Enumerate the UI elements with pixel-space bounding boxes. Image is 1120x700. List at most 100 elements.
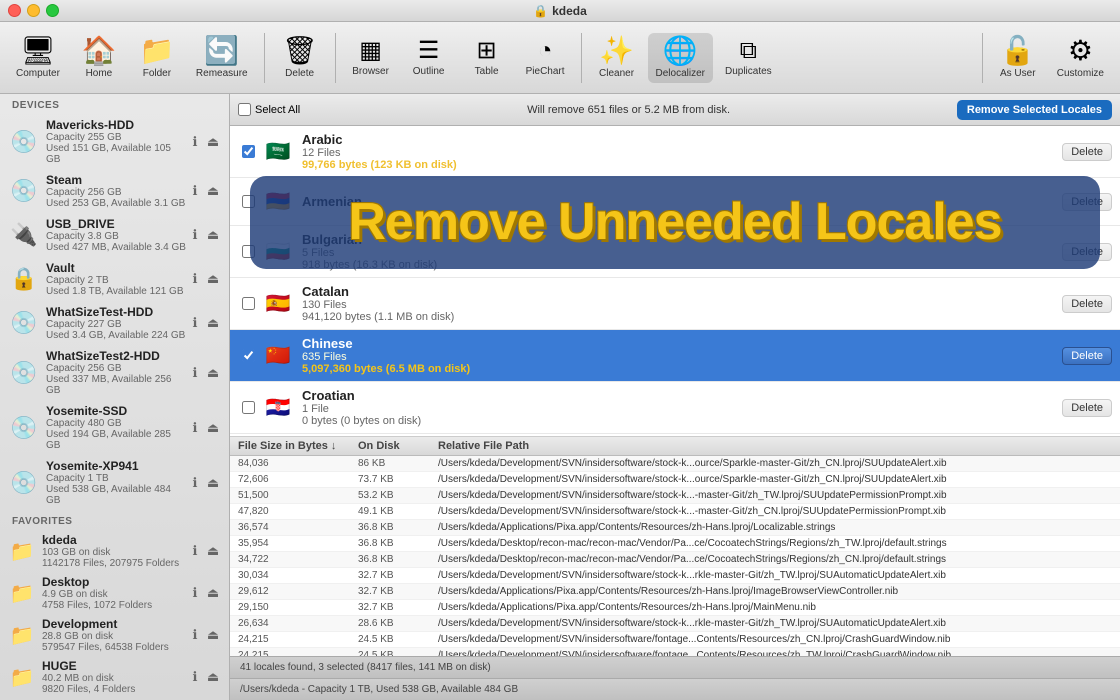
select-all-input[interactable] — [238, 103, 251, 116]
table-row: 29,15032.7 KB/Users/kdeda/Applications/P… — [230, 600, 1120, 616]
table-row: 51,50053.2 KB/Users/kdeda/Development/SV… — [230, 488, 1120, 504]
toolbar-separator-2 — [335, 33, 336, 83]
device-eject-btn[interactable]: ⏏ — [205, 475, 221, 491]
locale-list-wrapper: Remove Unneeded Locales 🇸🇦 Arabic 12 Fil… — [230, 126, 1120, 656]
device-info-btn[interactable]: ℹ — [187, 227, 203, 243]
toolbar-browser[interactable]: ▦ Browser — [344, 35, 398, 81]
locale-checkbox-chinese[interactable] — [238, 349, 258, 362]
device-info-btn[interactable]: ℹ — [187, 134, 203, 150]
toolbar-remeasure[interactable]: 🔄 Remeasure — [188, 33, 256, 83]
device-info-btn[interactable]: ℹ — [187, 475, 203, 491]
locale-checkbox-croatian[interactable] — [238, 401, 258, 414]
device-eject-btn[interactable]: ⏏ — [205, 315, 221, 331]
toolbar-piechart[interactable]: ◔ PieChart — [518, 35, 573, 81]
sidebar-item-mavericks[interactable]: 💿 Mavericks-HDD Capacity 255 GB Used 151… — [0, 114, 229, 169]
chinese-delete-btn[interactable]: Delete — [1062, 347, 1112, 365]
fav-info-btn[interactable]: ℹ — [187, 543, 203, 559]
table-row: 72,60673.7 KB/Users/kdeda/Development/SV… — [230, 472, 1120, 488]
locale-checkbox-bulgarian[interactable] — [238, 245, 258, 258]
remove-selected-button[interactable]: Remove Selected Locales — [957, 100, 1112, 120]
toolbar-customize[interactable]: ⚙ Customize — [1049, 33, 1112, 83]
sidebar-item-yosemite-xp[interactable]: 💿 Yosemite-XP941 Capacity 1 TB Used 538 … — [0, 455, 229, 510]
fav-info: HUGE 40.2 MB on disk 9820 Files, 4 Folde… — [42, 659, 187, 695]
title-icon: 🔒 — [533, 4, 548, 18]
fav-info-btn[interactable]: ℹ — [187, 585, 203, 601]
toolbar-duplicates[interactable]: ⧉ Duplicates — [717, 35, 780, 81]
device-actions: ℹ ⏏ — [187, 365, 221, 381]
sidebar-item-usb[interactable]: 🔌 USB_DRIVE Capacity 3.8 GB Used 427 MB,… — [0, 213, 229, 257]
croatian-delete-btn[interactable]: Delete — [1062, 399, 1112, 417]
fav-actions: ℹ ⏏ — [187, 669, 221, 685]
device-info-btn[interactable]: ℹ — [187, 315, 203, 331]
col-ondisk-header[interactable]: On Disk — [358, 440, 438, 452]
armenian-delete-btn[interactable]: Delete — [1062, 193, 1112, 211]
toolbar-outline[interactable]: ☰ Outline — [402, 35, 456, 81]
device-actions: ℹ ⏏ — [187, 420, 221, 436]
device-info: Vault Capacity 2 TB Used 1.8 TB, Availab… — [46, 261, 187, 297]
fav-more-btn[interactable]: ⏏ — [205, 669, 221, 685]
device-eject-btn[interactable]: ⏏ — [205, 271, 221, 287]
device-info-btn[interactable]: ℹ — [187, 183, 203, 199]
minimize-button[interactable] — [27, 4, 40, 17]
device-actions: ℹ ⏏ — [187, 315, 221, 331]
locale-item-bulgarian[interactable]: 🇧🇬 Bulgarian 5 Files 918 bytes (16.3 KB … — [230, 226, 1120, 278]
locale-item-chinese[interactable]: 🇨🇳 Chinese 635 Files 5,097,360 bytes (6.… — [230, 330, 1120, 382]
locale-item-arabic[interactable]: 🇸🇦 Arabic 12 Files 99,766 bytes (123 KB … — [230, 126, 1120, 178]
sidebar-fav-desktop[interactable]: 📁 Desktop 4.9 GB on disk 4758 Files, 107… — [0, 572, 229, 614]
device-eject-btn[interactable]: ⏏ — [205, 183, 221, 199]
customize-icon: ⚙ — [1068, 37, 1093, 65]
toolbar-asuser[interactable]: 🔓 As User — [991, 33, 1045, 83]
toolbar-computer[interactable]: 🖥 Computer — [8, 33, 68, 83]
table-row: 36,57436.8 KB/Users/kdeda/Applications/P… — [230, 520, 1120, 536]
sidebar-fav-development[interactable]: 📁 Development 28.8 GB on disk 579547 Fil… — [0, 614, 229, 656]
fav-more-btn[interactable]: ⏏ — [205, 627, 221, 643]
catalan-delete-btn[interactable]: Delete — [1062, 295, 1112, 313]
device-eject-btn[interactable]: ⏏ — [205, 420, 221, 436]
locale-item-armenian[interactable]: 🇦🇲 Armenian Delete — [230, 178, 1120, 226]
sidebar-item-steam[interactable]: 💿 Steam Capacity 256 GB Used 253 GB, Ava… — [0, 169, 229, 213]
toolbar-delete[interactable]: 🗑 Delete — [273, 33, 327, 83]
sidebar-fav-huge[interactable]: 📁 HUGE 40.2 MB on disk 9820 Files, 4 Fol… — [0, 656, 229, 698]
toolbar-folder[interactable]: 📁 Folder — [130, 33, 184, 83]
device-info-btn[interactable]: ℹ — [187, 420, 203, 436]
toolbar-cleaner[interactable]: ✨ Cleaner — [590, 33, 644, 83]
sidebar-item-yosemite-ssd[interactable]: 💿 Yosemite-SSD Capacity 480 GB Used 194 … — [0, 400, 229, 455]
device-info: Yosemite-XP941 Capacity 1 TB Used 538 GB… — [46, 459, 187, 506]
folder-icon: 📁 — [8, 579, 36, 607]
fav-more-btn[interactable]: ⏏ — [205, 585, 221, 601]
select-all-checkbox[interactable]: Select All — [238, 103, 300, 116]
locale-item-catalan[interactable]: 🇪🇸 Catalan 130 Files 941,120 bytes (1.1 … — [230, 278, 1120, 330]
locale-checkbox-arabic[interactable] — [238, 145, 258, 158]
locale-item-croatian[interactable]: 🇭🇷 Croatian 1 File 0 bytes (0 bytes on d… — [230, 382, 1120, 434]
sidebar-item-whatsizetest[interactable]: 💿 WhatSizeTest-HDD Capacity 227 GB Used … — [0, 301, 229, 345]
device-eject-btn[interactable]: ⏏ — [205, 134, 221, 150]
fav-info-btn[interactable]: ℹ — [187, 669, 203, 685]
arabic-delete-btn[interactable]: Delete — [1062, 143, 1112, 161]
fav-more-btn[interactable]: ⏏ — [205, 543, 221, 559]
sidebar-item-whatsizetest2[interactable]: 💿 WhatSizeTest2-HDD Capacity 256 GB Used… — [0, 345, 229, 400]
device-info-btn[interactable]: ℹ — [187, 271, 203, 287]
fullscreen-button[interactable] — [46, 4, 59, 17]
toolbar-table[interactable]: ⊞ Table — [460, 35, 514, 81]
device-eject-btn[interactable]: ⏏ — [205, 365, 221, 381]
col-size-header[interactable]: File Size in Bytes ↓ — [238, 440, 358, 452]
folder-icon: 📁 — [8, 621, 36, 649]
fav-info: kdeda 103 GB on disk 1142178 Files, 2079… — [42, 533, 187, 569]
sidebar-fav-kdeda[interactable]: 📁 kdeda 103 GB on disk 1142178 Files, 20… — [0, 530, 229, 572]
device-info-btn[interactable]: ℹ — [187, 365, 203, 381]
locale-checkbox-catalan[interactable] — [238, 297, 258, 310]
device-info: WhatSizeTest-HDD Capacity 227 GB Used 3.… — [46, 305, 187, 341]
locale-checkbox-armenian[interactable] — [238, 195, 258, 208]
fav-info-btn[interactable]: ℹ — [187, 627, 203, 643]
toolbar-home[interactable]: 🏠 Home — [72, 33, 126, 83]
col-path-header[interactable]: Relative File Path — [438, 440, 1112, 452]
toolbar-delocalizer[interactable]: 🌐 Delocalizer — [648, 33, 713, 83]
file-table-header: File Size in Bytes ↓ On Disk Relative Fi… — [230, 437, 1120, 456]
traffic-lights[interactable] — [8, 4, 59, 17]
close-button[interactable] — [8, 4, 21, 17]
sidebar-item-vault[interactable]: 🔒 Vault Capacity 2 TB Used 1.8 TB, Avail… — [0, 257, 229, 301]
device-eject-btn[interactable]: ⏏ — [205, 227, 221, 243]
table-status-text: 41 locales found, 3 selected (8417 files… — [240, 662, 491, 673]
toolbar-separator-1 — [264, 33, 265, 83]
bulgarian-delete-btn[interactable]: Delete — [1062, 243, 1112, 261]
